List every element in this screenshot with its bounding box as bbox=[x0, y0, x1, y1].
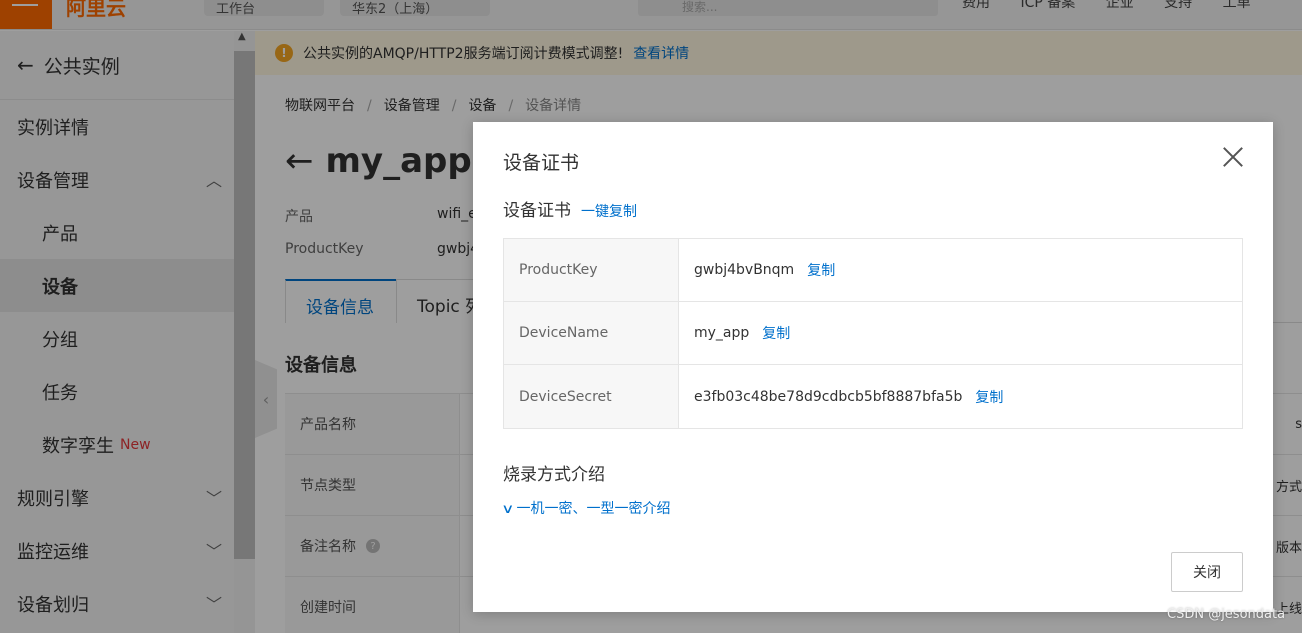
cert-key: DeviceSecret bbox=[504, 365, 679, 428]
cert-value: my_app bbox=[694, 325, 750, 341]
close-icon[interactable] bbox=[1220, 144, 1246, 170]
table-row: DeviceSecret e3fb03c48be78d9cdbcb5bf8887… bbox=[504, 365, 1242, 428]
dialog-title: 设备证书 bbox=[503, 152, 580, 174]
cert-value-cell: e3fb03c48be78d9cdbcb5bf8887bfa5b 复制 bbox=[679, 365, 1242, 428]
copy-all-button[interactable]: 一键复制 bbox=[581, 204, 637, 220]
subtitle-text: 设备证书 bbox=[503, 201, 571, 221]
copy-productkey-button[interactable]: 复制 bbox=[807, 260, 835, 280]
cert-value-cell: gwbj4bvBnqm 复制 bbox=[679, 239, 1242, 301]
close-button[interactable]: 关闭 bbox=[1171, 552, 1243, 592]
table-row: DeviceName my_app 复制 bbox=[504, 302, 1242, 365]
cert-value-cell: my_app 复制 bbox=[679, 302, 1242, 364]
copy-devicesecret-button[interactable]: 复制 bbox=[975, 387, 1003, 407]
cert-key: ProductKey bbox=[504, 239, 679, 301]
watermark: CSDN @jesondata bbox=[1167, 607, 1286, 622]
burn-method-title: 烧录方式介绍 bbox=[503, 465, 605, 485]
intro-expand-link[interactable]: ∨ 一机一密、一型一密介绍 bbox=[501, 498, 671, 518]
cert-key: DeviceName bbox=[504, 302, 679, 364]
certificate-dialog: 设备证书 设备证书 一键复制 ProductKey gwbj4bvBnqm 复制 D… bbox=[473, 122, 1273, 612]
cert-value: gwbj4bvBnqm bbox=[694, 262, 795, 278]
intro-link-text: 一机一密、一型一密介绍 bbox=[516, 501, 671, 517]
cert-value: e3fb03c48be78d9cdbcb5bf8887bfa5b bbox=[694, 388, 963, 405]
certificate-subtitle: 设备证书 一键复制 bbox=[503, 196, 637, 221]
certificate-table: ProductKey gwbj4bvBnqm 复制 DeviceName my_a… bbox=[503, 238, 1243, 429]
table-row: ProductKey gwbj4bvBnqm 复制 bbox=[504, 239, 1242, 302]
copy-devicename-button[interactable]: 复制 bbox=[762, 323, 790, 343]
chevron-down-icon: ∨ bbox=[501, 502, 515, 517]
